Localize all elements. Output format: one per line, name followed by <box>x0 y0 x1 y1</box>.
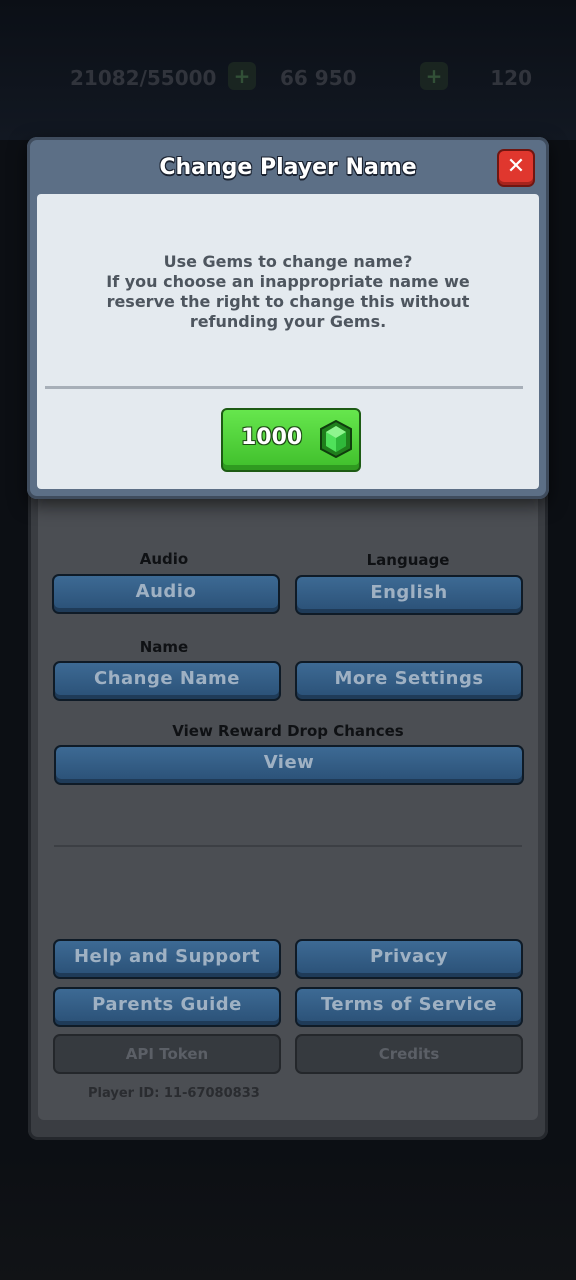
name-label: Name <box>139 638 189 656</box>
close-icon[interactable]: ✕ <box>497 149 535 187</box>
reward-chances-label: View Reward Drop Chances <box>172 722 404 740</box>
message-line: reserve the right to change this without <box>106 292 470 311</box>
settings-panel: Audio Language Audio English Name Change… <box>28 480 548 1140</box>
parents-guide-button[interactable]: Parents Guide <box>53 987 281 1027</box>
plus-icon: + <box>420 62 448 90</box>
audio-button[interactable]: Audio <box>52 574 280 614</box>
message-line: Use Gems to change name? <box>163 252 413 271</box>
help-support-button[interactable]: Help and Support <box>53 939 281 979</box>
dialog-title: Change Player Name <box>159 155 417 180</box>
view-button[interactable]: View <box>54 745 524 785</box>
player-id: Player ID: 11-67080833 <box>88 1086 260 1101</box>
buy-with-gems-button[interactable]: 1000 <box>221 408 361 472</box>
divider <box>54 845 522 847</box>
message-line: If you choose an inappropriate name we <box>106 272 470 291</box>
dialog-message: Use Gems to change name? If you choose a… <box>77 252 499 332</box>
hud-right-counter: 120 <box>490 66 532 90</box>
top-hud: 21082/55000 + 66 950 + 120 <box>60 60 540 96</box>
plus-icon: + <box>228 62 256 90</box>
trophy-counter: 21082/55000 <box>70 66 217 90</box>
audio-label: Audio <box>139 550 189 568</box>
gem-price: 1000 <box>241 425 303 450</box>
gold-counter: 66 950 <box>280 66 357 90</box>
language-label: Language <box>366 551 450 569</box>
bottom-bar <box>0 1150 576 1280</box>
api-token-button[interactable]: API Token <box>53 1034 281 1074</box>
terms-of-service-button[interactable]: Terms of Service <box>295 987 523 1027</box>
message-line: refunding your Gems. <box>189 312 387 331</box>
dialog-divider <box>45 386 523 389</box>
dialog-body: Use Gems to change name? If you choose a… <box>37 194 539 489</box>
more-settings-button[interactable]: More Settings <box>295 661 523 701</box>
gem-icon <box>320 420 352 458</box>
credits-button[interactable]: Credits <box>295 1034 523 1074</box>
privacy-button[interactable]: Privacy <box>295 939 523 979</box>
language-button[interactable]: English <box>295 575 523 615</box>
change-name-dialog: Change Player Name ✕ Use Gems to change … <box>27 137 549 499</box>
change-name-button[interactable]: Change Name <box>53 661 281 701</box>
